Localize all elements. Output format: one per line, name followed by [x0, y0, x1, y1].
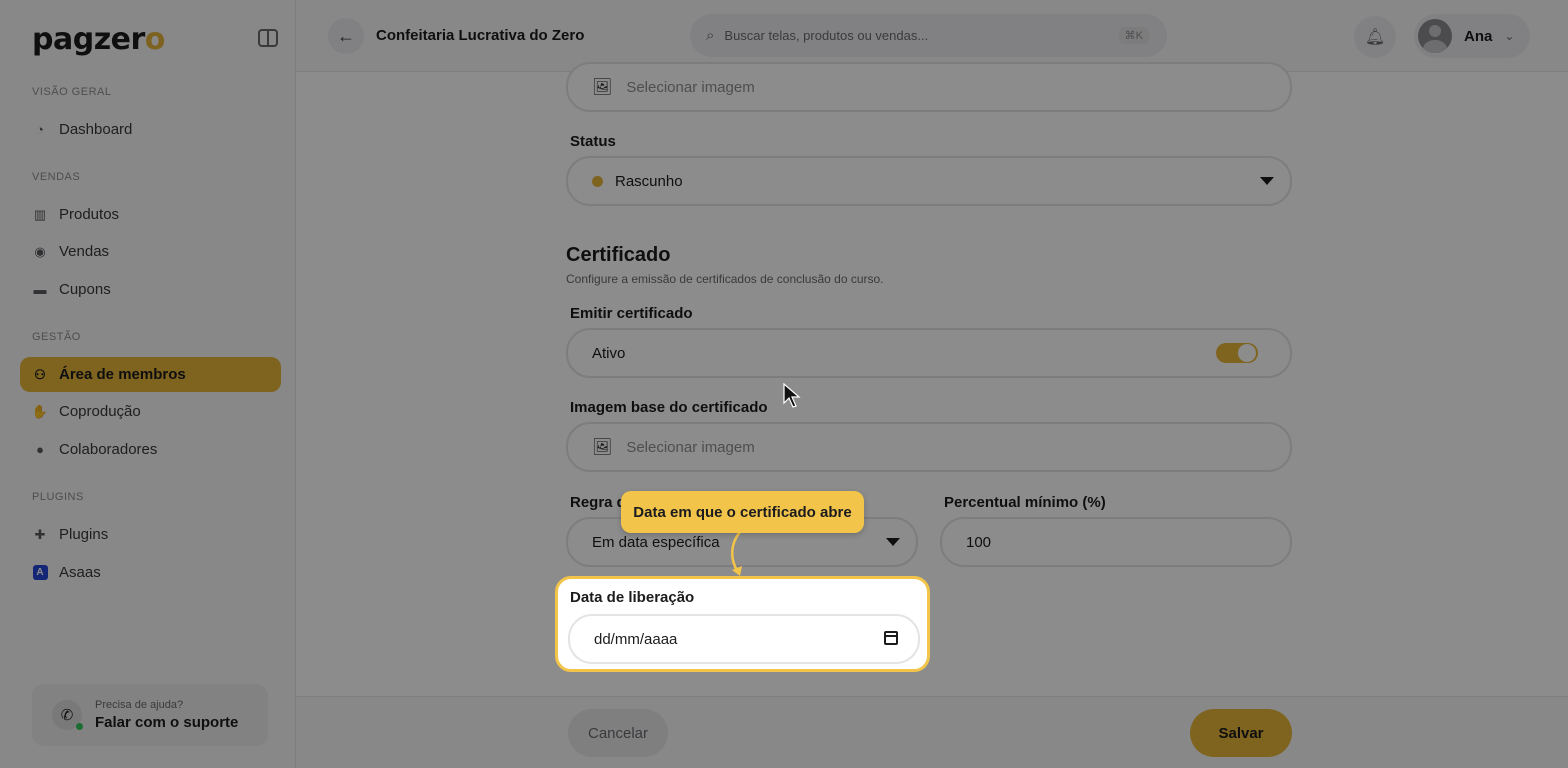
- caret-down-icon: [886, 538, 900, 546]
- sidebar-item-plugins[interactable]: ✚ Plugins: [20, 517, 281, 552]
- image-select-field[interactable]: 🖼︎ Selecionar imagem: [566, 62, 1292, 112]
- logo[interactable]: pagzero: [32, 22, 165, 57]
- status-dot: [592, 175, 603, 187]
- user-menu[interactable]: Ana ⌄: [1414, 14, 1530, 58]
- search-bar[interactable]: ⌕ Buscar telas, produtos ou vendas... ⌘K: [690, 14, 1167, 57]
- shortcut-badge: ⌘K: [1118, 27, 1149, 44]
- image-icon: 🖼︎: [592, 79, 613, 96]
- save-button[interactable]: Salvar: [1190, 709, 1292, 757]
- sidebar-item-label: Cupons: [59, 281, 111, 298]
- image-icon: 🖼︎: [592, 439, 613, 456]
- status-select[interactable]: Rascunho: [566, 156, 1292, 206]
- release-date-placeholder: dd/mm/aaaa: [594, 630, 678, 648]
- emit-certificate-label: Emitir certificado: [570, 305, 693, 322]
- section-label-management: GESTÃO: [32, 331, 81, 343]
- emit-certificate-toggle[interactable]: [1216, 343, 1258, 363]
- status-label: Status: [570, 133, 616, 150]
- base-image-text: Selecionar imagem: [626, 438, 755, 456]
- puzzle-icon: ✚: [34, 526, 46, 542]
- avatar: [1418, 19, 1452, 53]
- user-icon: ●: [36, 442, 44, 457]
- sidebar-item-sales[interactable]: ◉ Vendas: [20, 234, 281, 269]
- sidebar-item-asaas[interactable]: A Asaas: [20, 555, 281, 590]
- search-input[interactable]: Buscar telas, produtos ou vendas...: [724, 28, 928, 43]
- logo-accent: o: [144, 22, 166, 57]
- asaas-icon: A: [32, 565, 48, 580]
- tooltip-connector: [731, 531, 742, 576]
- caret-down-icon: [1260, 177, 1274, 185]
- online-dot: [76, 723, 83, 730]
- search-icon: ⌕: [706, 27, 715, 44]
- support-link: Falar com o suporte: [95, 714, 239, 731]
- sidebar: pagzero VISÃO GERAL ◔ Dashboard VENDAS ▥…: [0, 0, 296, 768]
- onboarding-tooltip: Data em que o certificado abre: [621, 491, 864, 533]
- sidebar-item-label: Produtos: [59, 206, 120, 223]
- sidebar-item-label: Dashboard: [59, 121, 133, 138]
- min-percent-input[interactable]: 100: [940, 517, 1292, 567]
- sidebar-item-label: Vendas: [59, 243, 110, 260]
- collapse-sidebar-icon[interactable]: [258, 29, 278, 47]
- members-icon: ⚇: [34, 366, 46, 382]
- base-image-select[interactable]: 🖼︎ Selecionar imagem: [566, 422, 1292, 472]
- release-date-label: Data de liberação: [570, 589, 695, 606]
- sidebar-item-members-area[interactable]: ⚇ Área de membros: [20, 357, 281, 392]
- release-rule-label: Regra d: [570, 494, 626, 511]
- support-card[interactable]: ✆ Precisa de ajuda? Falar com o suporte: [32, 684, 268, 746]
- min-percent-value: 100: [966, 533, 992, 551]
- mouse-cursor-icon: [783, 383, 801, 408]
- form-footer: Cancelar Salvar: [296, 696, 1568, 768]
- sidebar-item-coupons[interactable]: ▬ Cupons: [20, 272, 281, 307]
- emit-certificate-value: Ativo: [592, 344, 626, 362]
- release-date-spotlight: Data de liberação dd/mm/aaaa: [555, 576, 930, 672]
- calendar-icon[interactable]: [884, 631, 898, 645]
- logo-text: pagzer: [32, 22, 145, 57]
- section-label-sales: VENDAS: [32, 171, 81, 183]
- sidebar-item-dashboard[interactable]: ◔ Dashboard: [20, 112, 281, 147]
- release-date-input[interactable]: dd/mm/aaaa: [568, 614, 920, 664]
- bell-icon[interactable]: 🔔︎: [1354, 16, 1396, 58]
- sidebar-item-label: Coprodução: [59, 403, 141, 420]
- base-image-label: Imagem base do certificado: [570, 399, 768, 416]
- min-percent-label: Percentual mínimo (%): [944, 494, 1106, 511]
- sidebar-item-coproduction[interactable]: ✋ Coprodução: [20, 394, 281, 429]
- image-select-text: Selecionar imagem: [626, 78, 755, 96]
- whatsapp-icon: ✆: [52, 700, 83, 730]
- products-icon: ▥: [33, 206, 47, 222]
- user-name: Ana: [1464, 27, 1493, 45]
- coupon-icon: ▬: [33, 282, 47, 297]
- chevron-down-icon: ⌄: [1504, 29, 1515, 43]
- sidebar-item-label: Colaboradores: [59, 441, 158, 458]
- handshake-icon: ✋: [31, 403, 49, 419]
- section-label-plugins: PLUGINS: [32, 491, 84, 503]
- chart-icon: ◔: [36, 122, 44, 137]
- sidebar-item-products[interactable]: ▥ Produtos: [20, 197, 281, 232]
- sidebar-item-label: Plugins: [59, 526, 109, 543]
- certificate-section-description: Configure a emissão de certificados de c…: [566, 272, 884, 286]
- sidebar-item-label: Área de membros: [59, 366, 186, 383]
- section-label-overview: VISÃO GERAL: [32, 86, 112, 98]
- back-arrow-icon[interactable]: ←: [328, 18, 364, 54]
- sales-icon: ◉: [34, 243, 46, 259]
- course-settings-form: 🖼︎ Selecionar imagem Status Rascunho Cer…: [296, 62, 1568, 696]
- cancel-button[interactable]: Cancelar: [568, 709, 668, 757]
- emit-certificate-field: Ativo: [566, 328, 1292, 378]
- status-value: Rascunho: [615, 172, 683, 190]
- release-rule-value: Em data específica: [592, 533, 720, 551]
- course-title: Confeitaria Lucrativa do Zero: [376, 27, 585, 44]
- sidebar-item-label: Asaas: [59, 564, 101, 581]
- certificate-section-title: Certificado: [566, 244, 671, 266]
- sidebar-item-collaborators[interactable]: ● Colaboradores: [20, 432, 281, 467]
- support-hint: Precisa de ajuda?: [95, 699, 184, 711]
